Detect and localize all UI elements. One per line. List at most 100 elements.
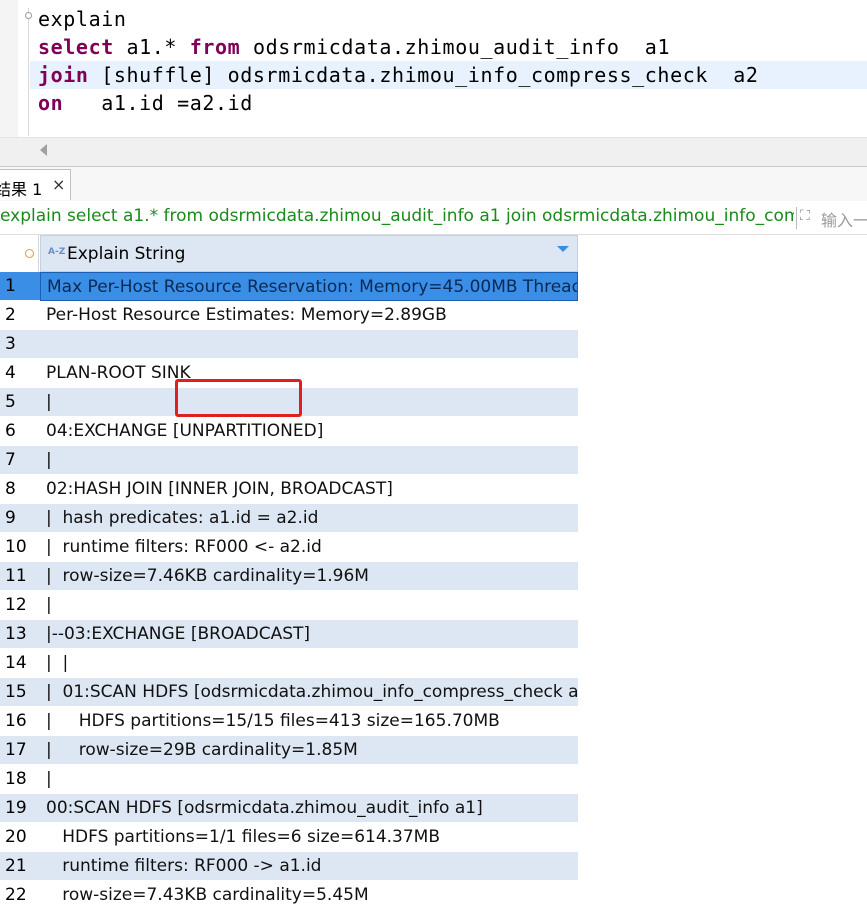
keyword-select: select <box>38 35 114 59</box>
row-number: 12 <box>0 591 40 620</box>
row-number: 16 <box>0 707 40 736</box>
table-row[interactable]: 19 00:SCAN HDFS [odsrmicdata.zhimou_audit… <box>0 794 867 823</box>
table-cell[interactable]: 02:HASH JOIN [INNER JOIN, BROADCAST] <box>40 475 578 504</box>
code-line-2[interactable]: select a1.* from odsrmicdata.zhimou_audi… <box>38 33 670 61</box>
row-number: 3 <box>0 330 40 359</box>
row-number: 1 <box>0 272 40 301</box>
table-row[interactable]: 2 Per-Host Resource Estimates: Memory=2.8… <box>0 301 867 330</box>
table-cell[interactable]: Per-Host Resource Estimates: Memory=2.89… <box>40 301 578 330</box>
grid-header: A-Z Explain String <box>0 235 867 272</box>
table-cell[interactable]: HDFS partitions=1/1 files=6 size=614.37M… <box>40 823 578 852</box>
table-cell[interactable]: | <box>40 388 578 417</box>
fold-guide <box>28 8 29 136</box>
row-number: 13 <box>0 620 40 649</box>
table-cell[interactable]: 04:EXCHANGE [UNPARTITIONED] <box>40 417 578 446</box>
filter-input[interactable]: 输入一 <box>821 207 867 231</box>
row-number: 19 <box>0 794 40 823</box>
table-cell[interactable]: runtime filters: RF000 -> a1.id <box>40 852 578 881</box>
row-number: 14 <box>0 649 40 678</box>
table-row[interactable]: 21 runtime filters: RF000 -> a1.id <box>0 852 867 881</box>
table-cell[interactable]: | <box>40 591 578 620</box>
text-type-icon: A-Z <box>48 247 66 257</box>
code-text: [shuffle] odsrmicdata.zhimou_info_compre… <box>88 63 759 87</box>
row-number: 5 <box>0 388 40 417</box>
table-row[interactable]: 15 | 01:SCAN HDFS [odsrmicdata.zhimou_inf… <box>0 678 867 707</box>
table-row[interactable]: 22 row-size=7.43KB cardinality=5.45M <box>0 881 867 910</box>
table-cell[interactable]: Max Per-Host Resource Reservation: Memor… <box>40 272 578 301</box>
column-header-explain-string[interactable]: A-Z Explain String <box>40 235 578 272</box>
keyword-join: join <box>38 63 89 87</box>
table-cell[interactable]: | runtime filters: RF000 <- a2.id <box>40 533 578 562</box>
table-cell[interactable]: | hash predicates: a1.id = a2.id <box>40 504 578 533</box>
keyword-on: on <box>38 91 64 115</box>
editor-horizontal-scrollbar[interactable] <box>0 137 867 166</box>
table-row[interactable]: 7 | <box>0 446 867 475</box>
query-bar: explain select a1.* from odsrmicdata.zhi… <box>0 201 867 235</box>
table-row[interactable]: 3 <box>0 330 867 359</box>
table-row[interactable]: 11 | row-size=7.46KB cardinality=1.96M <box>0 562 867 591</box>
row-number: 15 <box>0 678 40 707</box>
table-cell[interactable]: | row-size=7.46KB cardinality=1.96M <box>40 562 578 591</box>
row-number: 10 <box>0 533 40 562</box>
table-row[interactable]: 13 |--03:EXCHANGE [BROADCAST] <box>0 620 867 649</box>
tab-result-1[interactable]: 结果 1 × <box>0 169 71 200</box>
table-cell[interactable]: | <box>40 765 578 794</box>
code-text: odsrmicdata.zhimou_audit_info a1 <box>240 35 671 59</box>
row-number: 17 <box>0 736 40 765</box>
table-row[interactable]: 18 | <box>0 765 867 794</box>
divider <box>796 207 797 229</box>
table-row[interactable]: 9 | hash predicates: a1.id = a2.id <box>0 504 867 533</box>
close-icon[interactable]: × <box>52 175 65 194</box>
table-cell[interactable]: row-size=7.43KB cardinality=5.45M <box>40 881 578 910</box>
table-row[interactable]: 1 Max Per-Host Resource Reservation: Memo… <box>0 272 867 301</box>
editor-gutter <box>0 0 18 137</box>
table-row[interactable]: 12 | <box>0 591 867 620</box>
sql-editor[interactable]: explain select a1.* from odsrmicdata.zhi… <box>0 0 867 137</box>
table-cell[interactable]: | 01:SCAN HDFS [odsrmicdata.zhimou_info_… <box>40 678 578 707</box>
code-text: a1.id =a2.id <box>63 91 253 115</box>
table-row[interactable]: 10 | runtime filters: RF000 <- a2.id <box>0 533 867 562</box>
table-row[interactable]: 16 | HDFS partitions=15/15 files=413 size… <box>0 707 867 736</box>
row-number: 8 <box>0 475 40 504</box>
row-number: 21 <box>0 852 40 881</box>
row-number: 18 <box>0 765 40 794</box>
table-cell[interactable]: 00:SCAN HDFS [odsrmicdata.zhimou_audit_i… <box>40 794 578 823</box>
sort-arrow-icon[interactable] <box>557 246 569 252</box>
table-row[interactable]: 4 PLAN-ROOT SINK <box>0 359 867 388</box>
table-row[interactable]: 14 | | <box>0 649 867 678</box>
row-number: 11 <box>0 562 40 591</box>
code-line-3[interactable]: join [shuffle] odsrmicdata.zhimou_info_c… <box>30 61 867 89</box>
fold-icon[interactable] <box>25 12 32 19</box>
table-cell[interactable]: |--03:EXCHANGE [BROADCAST] <box>40 620 578 649</box>
row-number: 22 <box>0 881 40 910</box>
column-header-label: Explain String <box>67 244 186 264</box>
keyword-from: from <box>189 35 241 59</box>
table-cell[interactable]: | <box>40 446 578 475</box>
query-text: explain select a1.* from odsrmicdata.zhi… <box>0 206 794 226</box>
expand-icon[interactable]: ⛶ <box>800 208 816 224</box>
row-number-header[interactable] <box>0 235 39 272</box>
tab-label: 结果 1 <box>0 180 43 199</box>
table-cell[interactable]: PLAN-ROOT SINK <box>40 359 578 388</box>
annotation-highlight-box <box>175 379 302 417</box>
table-row[interactable]: 6 04:EXCHANGE [UNPARTITIONED] <box>0 417 867 446</box>
table-cell[interactable]: | | <box>40 649 578 678</box>
table-cell[interactable]: | HDFS partitions=15/15 files=413 size=1… <box>40 707 578 736</box>
row-number: 7 <box>0 446 40 475</box>
row-number: 4 <box>0 359 40 388</box>
table-cell[interactable]: | row-size=29B cardinality=1.85M <box>40 736 578 765</box>
table-row[interactable]: 8 02:HASH JOIN [INNER JOIN, BROADCAST] <box>0 475 867 504</box>
code-text: explain <box>38 7 127 31</box>
row-number: 2 <box>0 301 40 330</box>
table-row[interactable]: 20 HDFS partitions=1/1 files=6 size=614.… <box>0 823 867 852</box>
row-number: 20 <box>0 823 40 852</box>
table-row[interactable]: 5 | <box>0 388 867 417</box>
results-tab-bar: 结果 1 × <box>0 166 867 202</box>
code-line-1[interactable]: explain <box>38 5 127 33</box>
circle-icon <box>25 249 34 258</box>
table-cell[interactable] <box>40 330 578 359</box>
scroll-left-arrow-icon[interactable] <box>40 144 47 156</box>
row-number: 9 <box>0 504 40 533</box>
table-row[interactable]: 17 | row-size=29B cardinality=1.85M <box>0 736 867 765</box>
code-line-4[interactable]: on a1.id =a2.id <box>38 89 253 117</box>
